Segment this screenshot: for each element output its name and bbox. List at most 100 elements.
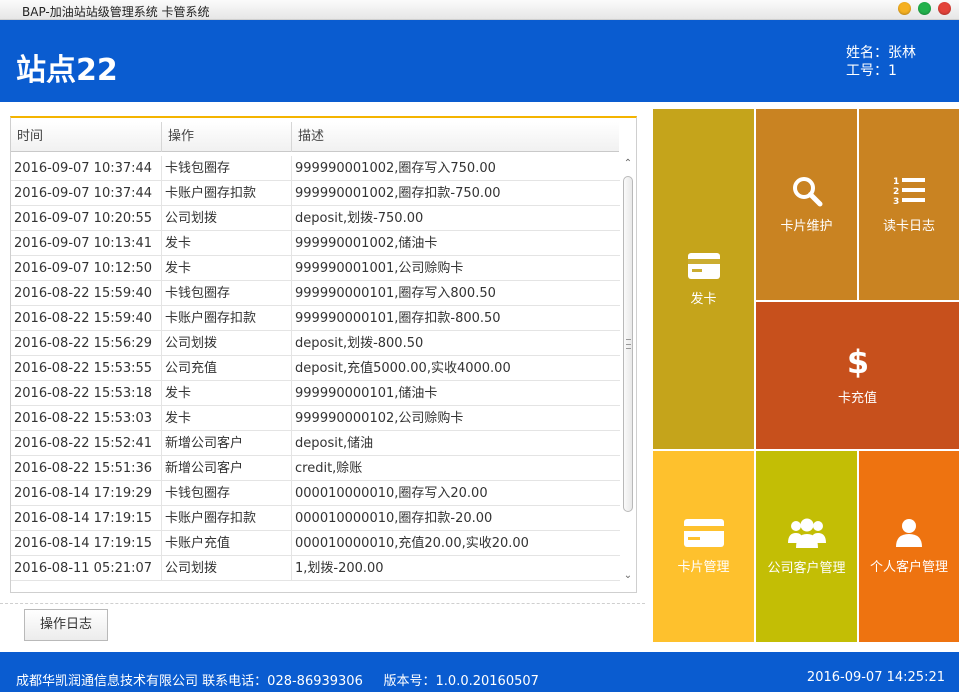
cell-time: 2016-08-22 15:51:36 xyxy=(14,461,153,476)
tile-label: 卡充值 xyxy=(837,391,877,406)
tile-label: 公司客户管理 xyxy=(767,561,846,576)
cell-description: 999990000101,储油卡 xyxy=(291,381,620,406)
tile-corporate-customers[interactable]: 公司客户管理 xyxy=(756,451,857,642)
current-datetime: 2016-09-07 14:25:21 xyxy=(806,670,945,685)
cell-description: 000010000010,圈存扣款-20.00 xyxy=(291,506,620,531)
table-row[interactable]: 2016-08-22 15:51:36 新增公司客户 credit,赊账 xyxy=(11,456,620,481)
app-header: 站点22 姓名：张林 工号：1 xyxy=(0,20,959,102)
user-info: 姓名：张林 工号：1 xyxy=(846,44,916,80)
cell-time: 2016-08-22 15:52:41 xyxy=(14,436,153,451)
cell-time: 2016-08-22 15:53:03 xyxy=(14,411,153,426)
table-row[interactable]: 2016-09-07 10:20:55 公司划拨 deposit,划拨-750.00 xyxy=(11,206,620,231)
numbered-list-icon: 1 2 3 xyxy=(893,177,925,207)
company-name: 成都华凯润通信息技术有限公司 xyxy=(16,674,199,689)
tile-personal-customers[interactable]: 个人客户管理 xyxy=(859,451,959,642)
cell-description: deposit,划拨-800.50 xyxy=(291,331,620,356)
column-header-operation[interactable]: 操作 xyxy=(161,122,291,152)
maximize-button[interactable] xyxy=(918,2,931,15)
minimize-button[interactable] xyxy=(898,2,911,15)
table-row[interactable]: 2016-08-11 05:21:07 公司划拨 1,划拨-200.00 xyxy=(11,556,620,581)
cell-time: 2016-08-11 05:21:07 xyxy=(14,561,153,576)
tile-label: 卡片管理 xyxy=(677,560,730,575)
table-row[interactable]: 2016-09-07 10:13:41 发卡 999990001002,储油卡 xyxy=(11,231,620,256)
tile-card-read-log[interactable]: 1 2 3 读卡日志 xyxy=(859,109,959,300)
table-row[interactable]: 2016-08-22 15:56:29 公司划拨 deposit,划拨-800.50 xyxy=(11,331,620,356)
tile-issue-card[interactable]: 发卡 xyxy=(653,109,754,449)
card-icon xyxy=(687,252,720,279)
cell-operation: 发卡 xyxy=(161,406,291,431)
cell-time: 2016-08-22 15:53:55 xyxy=(14,361,153,376)
table-row[interactable]: 2016-08-22 15:59:40 卡账户圈存扣款 999990000101,圈… xyxy=(11,306,620,331)
table-row[interactable]: 2016-08-22 15:53:03 发卡 999990000102,公司赊购卡 xyxy=(11,406,620,431)
cell-time: 2016-08-14 17:19:15 xyxy=(14,536,153,551)
scrollbar-thumb[interactable] xyxy=(623,176,633,512)
cell-operation: 卡钱包圈存 xyxy=(161,481,291,506)
cell-time: 2016-08-14 17:19:15 xyxy=(14,511,153,526)
cell-operation: 公司划拨 xyxy=(161,556,291,581)
cell-time: 2016-08-22 15:56:29 xyxy=(14,336,153,351)
cell-operation: 卡账户圈存扣款 xyxy=(161,506,291,531)
cell-time: 2016-09-07 10:37:44 xyxy=(14,186,153,201)
close-button[interactable] xyxy=(938,2,951,15)
tile-card-management[interactable]: 卡片管理 xyxy=(653,451,754,642)
operation-log-panel: 时间 操作 描述 2016-09-07 10:37:44 卡钱包圈存 9999900… xyxy=(10,116,637,593)
cell-description: 999990001002,圈存扣款-750.00 xyxy=(291,181,620,206)
column-header-time[interactable]: 时间 xyxy=(11,122,161,152)
search-icon xyxy=(792,177,822,207)
table-row[interactable]: 2016-09-07 10:37:44 卡钱包圈存 999990001002,圈存写… xyxy=(11,156,620,181)
phone-number: 028-86939306 xyxy=(267,674,363,689)
log-table-header: 时间 操作 描述 xyxy=(11,122,619,152)
svg-text:$: $ xyxy=(848,345,868,379)
cell-description: credit,赊账 xyxy=(291,456,620,481)
name-label: 姓名： xyxy=(846,45,888,61)
group-icon xyxy=(787,518,826,548)
cell-time: 2016-09-07 10:37:44 xyxy=(14,161,153,176)
cell-operation: 发卡 xyxy=(161,381,291,406)
table-row[interactable]: 2016-08-22 15:53:55 公司充值 deposit,充值5000.00… xyxy=(11,356,620,381)
table-row[interactable]: 2016-09-07 10:12:50 发卡 999990001001,公司赊购卡 xyxy=(11,256,620,281)
cell-description: deposit,储油 xyxy=(291,431,620,456)
id-label: 工号： xyxy=(846,63,888,79)
table-row[interactable]: 2016-09-07 10:37:44 卡账户圈存扣款 999990001002,圈… xyxy=(11,181,620,206)
svg-text:1: 1 xyxy=(893,177,899,187)
table-row[interactable]: 2016-08-14 17:19:29 卡钱包圈存 000010000010,圈存写… xyxy=(11,481,620,506)
dollar-icon: $ xyxy=(848,345,868,379)
vertical-scrollbar[interactable]: ⌃ ⌄ xyxy=(621,156,635,586)
cell-time: 2016-09-07 10:13:41 xyxy=(14,236,153,251)
cell-description: 999990001001,公司赊购卡 xyxy=(291,256,620,281)
cell-operation: 公司划拨 xyxy=(161,331,291,356)
tab-operation-log[interactable]: 操作日志 xyxy=(24,609,108,641)
user-id: 1 xyxy=(888,63,897,79)
cell-operation: 发卡 xyxy=(161,256,291,281)
cell-description: deposit,充值5000.00,实收4000.00 xyxy=(291,356,620,381)
cell-description: 000010000010,圈存写入20.00 xyxy=(291,481,620,506)
table-row[interactable]: 2016-08-22 15:52:41 新增公司客户 deposit,储油 xyxy=(11,431,620,456)
tile-label: 个人客户管理 xyxy=(869,560,948,575)
cell-time: 2016-09-07 10:12:50 xyxy=(14,261,153,276)
cell-operation: 卡账户充值 xyxy=(161,531,291,556)
tile-label: 卡片维护 xyxy=(780,219,833,234)
cell-operation: 卡钱包圈存 xyxy=(161,281,291,306)
scroll-up-icon[interactable]: ⌃ xyxy=(622,158,634,170)
cell-operation: 卡账户圈存扣款 xyxy=(161,181,291,206)
station-title: 站点22 xyxy=(16,53,118,88)
bottom-tab-bar: 操作日志 xyxy=(0,603,645,643)
cell-time: 2016-08-22 15:59:40 xyxy=(14,311,153,326)
window-title: BAP-加油站站级管理系统 卡管系统 xyxy=(22,5,210,19)
table-row[interactable]: 2016-08-14 17:19:15 卡账户充值 000010000010,充值2… xyxy=(11,531,620,556)
table-row[interactable]: 2016-08-14 17:19:15 卡账户圈存扣款 000010000010,圈… xyxy=(11,506,620,531)
table-row[interactable]: 2016-08-22 15:59:40 卡钱包圈存 999990000101,圈存写… xyxy=(11,281,620,306)
cell-description: 999990000102,公司赊购卡 xyxy=(291,406,620,431)
cell-operation: 公司划拨 xyxy=(161,206,291,231)
table-row[interactable]: 2016-08-22 15:53:18 发卡 999990000101,储油卡 xyxy=(11,381,620,406)
tile-card-maintenance[interactable]: 卡片维护 xyxy=(756,109,857,300)
svg-text:2: 2 xyxy=(893,187,899,197)
cell-operation: 新增公司客户 xyxy=(161,456,291,481)
column-header-description[interactable]: 描述 xyxy=(291,122,619,152)
cell-time: 2016-09-07 10:20:55 xyxy=(14,211,153,226)
window-titlebar: BAP-加油站站级管理系统 卡管系统 xyxy=(0,0,959,20)
cell-description: 000010000010,充值20.00,实收20.00 xyxy=(291,531,620,556)
phone-label: 联系电话： xyxy=(202,674,268,689)
tile-card-recharge[interactable]: $ 卡充值 xyxy=(756,302,959,449)
scroll-down-icon[interactable]: ⌄ xyxy=(622,570,634,582)
